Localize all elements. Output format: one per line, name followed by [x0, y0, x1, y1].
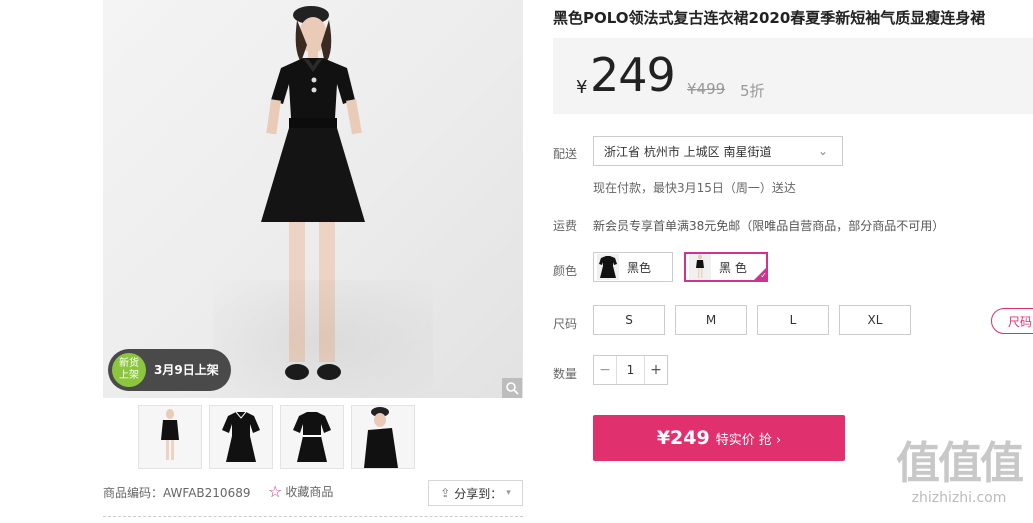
arrival-date-text: 3月9日上架: [154, 363, 219, 377]
size-option-s[interactable]: S: [593, 305, 665, 335]
favorite-button[interactable]: ☆ 收藏商品: [268, 482, 333, 501]
divider: [103, 516, 523, 517]
selected-check-icon: ✓: [753, 267, 767, 281]
quantity-decrease-button[interactable]: −: [594, 356, 617, 384]
delivery-address: 浙江省 杭州市 上城区 南星街道: [604, 144, 772, 159]
color-swatch: [597, 254, 619, 280]
original-price: ¥499: [687, 80, 726, 98]
size-label: 尺码: [553, 317, 578, 331]
shipping-label: 运费: [553, 219, 578, 233]
size-option-xl[interactable]: XL: [839, 305, 911, 335]
buy-now-button[interactable]: ¥249 特实价 抢 ›: [593, 415, 845, 461]
shipping-note: 新会员专享首单满38元免邮（限唯品自营商品，部分商品不可用）: [593, 219, 945, 233]
delivery-estimate: 现在付款，最快3月15日（周一）送达: [593, 181, 796, 195]
quantity-label: 数量: [553, 367, 578, 381]
chevron-down-icon: ▾: [506, 488, 511, 498]
share-button[interactable]: ⇪ 分享到： ▾: [428, 480, 523, 506]
quantity-stepper: − 1 +: [593, 355, 668, 385]
delivery-address-select[interactable]: 浙江省 杭州市 上城区 南星街道 ⌄: [593, 136, 843, 166]
thumbnail-model-side[interactable]: [351, 405, 415, 469]
discount-label: 5折: [740, 82, 765, 100]
sale-price: 249: [590, 48, 676, 102]
color-option-black[interactable]: 黑色: [593, 252, 673, 282]
watermark: 值值值 zhizhizhi.com: [885, 438, 1033, 506]
color-option-black-selected[interactable]: 黑 色 ✓: [684, 252, 768, 282]
size-guide-tab[interactable]: 尺码: [991, 308, 1033, 334]
main-product-image[interactable]: [103, 0, 523, 398]
new-arrival-icon: 新货 上架: [112, 353, 146, 387]
watermark-logo: 值值值: [896, 438, 1024, 489]
color-swatch: [689, 254, 711, 280]
color-label: 颜色: [553, 264, 578, 278]
share-label: 分享到：: [454, 486, 503, 501]
thumbnail-dress-back[interactable]: [280, 405, 344, 469]
thumbnail-model-front[interactable]: [138, 405, 202, 469]
size-option-m[interactable]: M: [675, 305, 747, 335]
currency-symbol: ¥: [576, 77, 588, 98]
buy-label: 特实价 抢 ›: [715, 432, 782, 448]
zoom-icon[interactable]: [502, 378, 522, 398]
buy-price: ¥249: [656, 427, 710, 449]
favorite-label: 收藏商品: [285, 485, 334, 499]
product-code: 商品编码：AWFAB210689: [103, 486, 251, 500]
star-icon: ☆: [268, 482, 283, 501]
quantity-increase-button[interactable]: +: [644, 356, 667, 384]
color-option-label: 黑色: [627, 260, 652, 275]
color-option-label: 黑 色: [719, 260, 747, 275]
watermark-url: zhizhizhi.com: [911, 490, 1007, 506]
delivery-label: 配送: [553, 147, 578, 161]
size-option-l[interactable]: L: [757, 305, 829, 335]
chevron-down-icon: ⌄: [817, 144, 828, 158]
quantity-value[interactable]: 1: [617, 356, 644, 384]
new-arrival-badge: 新货 上架 3月9日上架: [108, 349, 231, 391]
thumbnail-dress-front[interactable]: [209, 405, 273, 469]
share-icon: ⇪: [440, 486, 451, 500]
product-title: 黑色POLO领法式复古连衣裙2020春夏季新短袖气质显瘦连身裙: [553, 9, 986, 27]
